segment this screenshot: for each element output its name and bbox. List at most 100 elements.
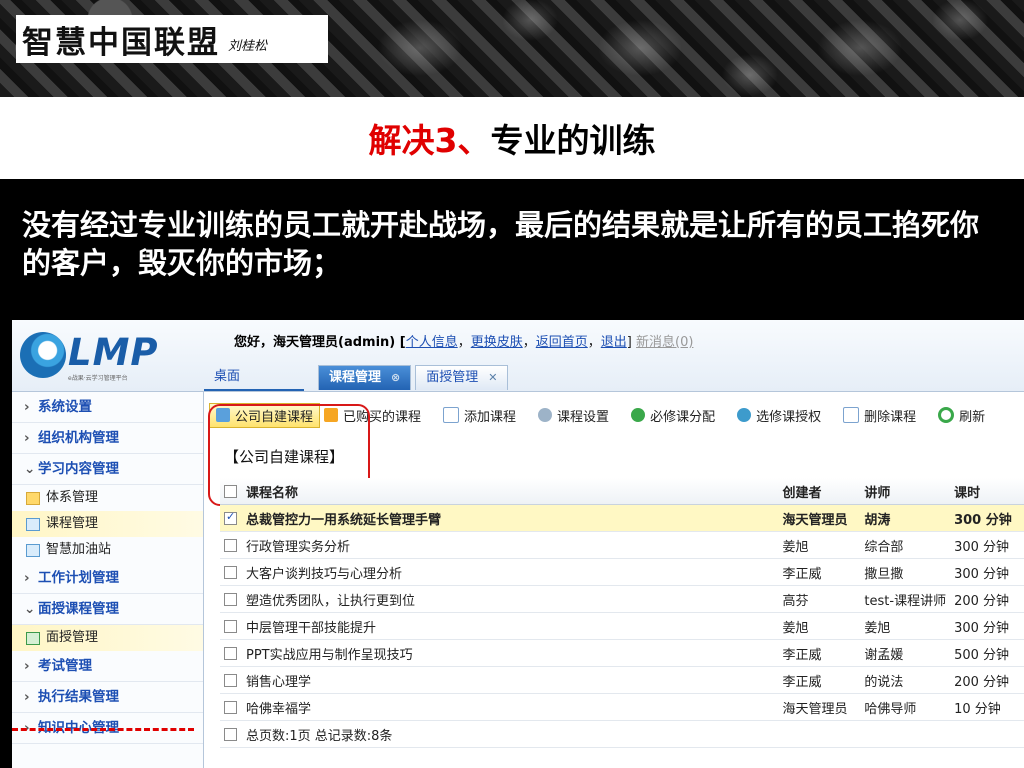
footer-checkbox[interactable] bbox=[220, 720, 242, 748]
sidebar-item-wisdom-station[interactable]: 智慧加油站 bbox=[12, 537, 203, 563]
link-logout[interactable]: 退出 bbox=[601, 335, 627, 350]
red-dashed-line bbox=[12, 728, 194, 731]
greeting-suffix: ] bbox=[626, 335, 632, 350]
checkbox-box bbox=[224, 538, 237, 552]
link-change-skin[interactable]: 更换皮肤 bbox=[471, 335, 523, 350]
sidebar-group-label: 组织机构管理 bbox=[38, 430, 119, 446]
course-name-cell: 哈佛幸福学 bbox=[241, 693, 779, 721]
folder-icon bbox=[26, 491, 40, 505]
row-checkbox[interactable] bbox=[220, 612, 242, 640]
sidebar-group-content[interactable]: ⌄ 学习内容管理 bbox=[12, 454, 203, 485]
row-checkbox[interactable] bbox=[220, 558, 242, 586]
sidebar-item-label: 面授管理 bbox=[46, 630, 99, 645]
checkbox-box bbox=[224, 727, 237, 741]
table-row[interactable]: 塑造优秀团队，让执行更到位 高芬 test-课程讲师 200 分钟 bbox=[220, 585, 1024, 613]
teacher-cell: 姜旭 bbox=[860, 612, 951, 640]
chevron-right-icon: › bbox=[24, 570, 30, 586]
sidebar-group-work-plan[interactable]: › 工作计划管理 bbox=[12, 563, 203, 594]
table-row[interactable]: PPT实战应用与制作呈现技巧 李正威 谢孟媛 500 分钟 bbox=[220, 639, 1024, 667]
link-profile[interactable]: 个人信息 bbox=[406, 335, 458, 350]
column-header-teacher[interactable]: 讲师 bbox=[860, 478, 951, 505]
globe-icon bbox=[20, 332, 66, 378]
row-checkbox[interactable] bbox=[220, 585, 242, 613]
title-band: 解决3、专业的训练 bbox=[0, 97, 1024, 179]
column-header-course-name[interactable]: 课程名称 bbox=[241, 478, 779, 505]
table-row[interactable]: 销售心理学 李正威 的说法 200 分钟 bbox=[220, 666, 1024, 694]
button-label: 课程设置 bbox=[557, 409, 610, 425]
link-new-messages[interactable]: 新消息(0) bbox=[636, 335, 693, 350]
add-course-button[interactable]: 添加课程 bbox=[443, 406, 516, 425]
table-row[interactable]: 大客户谈判技巧与心理分析 李正威 撒旦撒 300 分钟 bbox=[220, 558, 1024, 586]
app-header: LMP e战果·云学习管理平台 您好，海天管理员(admin) [个人信息，更换… bbox=[12, 320, 1024, 392]
sidebar-item-face-mgmt[interactable]: 面授管理 bbox=[12, 625, 203, 651]
sidebar-group-exam[interactable]: › 考试管理 bbox=[12, 651, 203, 682]
sidebar-group-label: 系统设置 bbox=[38, 399, 92, 415]
sidebar-group-label: 考试管理 bbox=[38, 658, 92, 674]
table-row[interactable]: 总裁管控力一用系统延长管理手臂 海天管理员 胡涛 300 分钟 bbox=[220, 504, 1024, 532]
app-screenshot: LMP e战果·云学习管理平台 您好，海天管理员(admin) [个人信息，更换… bbox=[12, 320, 1024, 768]
chevron-right-icon: › bbox=[24, 399, 30, 415]
table-row[interactable]: 行政管理实务分析 姜旭 综合部 300 分钟 bbox=[220, 531, 1024, 559]
delete-icon bbox=[843, 407, 860, 423]
tab-course-management[interactable]: 课程管理 ⊗ bbox=[318, 365, 412, 390]
creator-cell: 李正威 bbox=[778, 558, 861, 586]
row-checkbox[interactable] bbox=[220, 639, 242, 667]
required-course-assign-button[interactable]: 必修课分配 bbox=[631, 406, 715, 425]
lmp-logo-tagline: e战果·云学习管理平台 bbox=[68, 375, 128, 382]
checkbox-box bbox=[224, 673, 237, 687]
sidebar-group-label: 面授课程管理 bbox=[38, 601, 119, 617]
tab-face-training[interactable]: 面授管理 ✕ bbox=[415, 365, 509, 390]
course-name-cell: 总裁管控力一用系统延长管理手臂 bbox=[241, 504, 779, 532]
row-checkbox[interactable] bbox=[220, 693, 242, 721]
user-greeting: 您好，海天管理员(admin) [个人信息，更换皮肤，返回首页，退出] 新消息(… bbox=[234, 335, 694, 350]
slide-title-text: 专业的训练 bbox=[490, 121, 656, 160]
duration-cell: 300 分钟 bbox=[950, 531, 1024, 559]
table-footer-row: 总页数:1页 总记录数:8条 bbox=[220, 720, 1024, 748]
course-table: 课程名称 创建者 讲师 课时 总裁管控力一用系统延长管理手臂 海天管理员 胡涛 … bbox=[220, 478, 1024, 748]
row-checkbox[interactable] bbox=[220, 504, 242, 532]
elective-course-authorize-button[interactable]: 选修课授权 bbox=[737, 406, 821, 425]
column-header-duration[interactable]: 课时 bbox=[950, 478, 1024, 505]
delete-course-button[interactable]: 删除课程 bbox=[843, 406, 916, 425]
tab-label: 桌面 bbox=[214, 369, 241, 384]
table-row[interactable]: 中层管理干部技能提升 姜旭 姜旭 300 分钟 bbox=[220, 612, 1024, 640]
tab-desktop[interactable]: 桌面 bbox=[204, 365, 304, 391]
table-row[interactable]: 哈佛幸福学 海天管理员 哈佛导师 10 分钟 bbox=[220, 693, 1024, 721]
user-add-icon bbox=[631, 408, 646, 422]
users-icon bbox=[737, 408, 752, 422]
chevron-right-icon: › bbox=[24, 430, 30, 446]
link-home[interactable]: 返回首页 bbox=[536, 335, 588, 350]
column-header-creator[interactable]: 创建者 bbox=[778, 478, 861, 505]
lmp-logo-text: LMP bbox=[68, 331, 159, 374]
sidebar: › 系统设置 › 组织机构管理 ⌄ 学习内容管理 体系管理 课程管理 智慧加油站 › 工… bbox=[12, 392, 204, 768]
row-checkbox[interactable] bbox=[220, 531, 242, 559]
course-name-cell: PPT实战应用与制作呈现技巧 bbox=[241, 639, 779, 667]
duration-cell: 200 分钟 bbox=[950, 666, 1024, 694]
creator-cell: 李正威 bbox=[778, 639, 861, 667]
checkbox-box bbox=[224, 565, 237, 579]
sidebar-group-results[interactable]: › 执行结果管理 bbox=[12, 682, 203, 713]
creator-cell: 姜旭 bbox=[778, 612, 861, 640]
button-label: 选修课授权 bbox=[756, 409, 822, 425]
teacher-cell: 谢孟媛 bbox=[860, 639, 951, 667]
button-label: 必修课分配 bbox=[650, 409, 716, 425]
close-icon[interactable]: ⊗ bbox=[391, 371, 400, 384]
refresh-button[interactable]: 刷新 bbox=[938, 406, 985, 425]
course-name-cell: 中层管理干部技能提升 bbox=[241, 612, 779, 640]
sidebar-group-face-course[interactable]: ⌄ 面授课程管理 bbox=[12, 594, 203, 625]
sidebar-item-label: 体系管理 bbox=[46, 490, 99, 505]
sidebar-group-org[interactable]: › 组织机构管理 bbox=[12, 423, 203, 454]
tab-label: 面授管理 bbox=[426, 370, 479, 385]
sidebar-item-label: 课程管理 bbox=[46, 516, 99, 531]
course-settings-button[interactable]: 课程设置 bbox=[538, 406, 609, 425]
sidebar-item-system-mgmt[interactable]: 体系管理 bbox=[12, 485, 203, 511]
sidebar-item-course-mgmt[interactable]: 课程管理 bbox=[12, 511, 203, 537]
sidebar-group-system[interactable]: › 系统设置 bbox=[12, 392, 203, 423]
row-checkbox[interactable] bbox=[220, 666, 242, 694]
page-icon bbox=[26, 517, 40, 531]
chevron-right-icon: › bbox=[24, 689, 30, 705]
close-icon[interactable]: ✕ bbox=[488, 371, 497, 384]
button-label: 添加课程 bbox=[464, 409, 517, 425]
page-icon bbox=[26, 631, 40, 645]
select-all-checkbox[interactable] bbox=[220, 478, 242, 505]
